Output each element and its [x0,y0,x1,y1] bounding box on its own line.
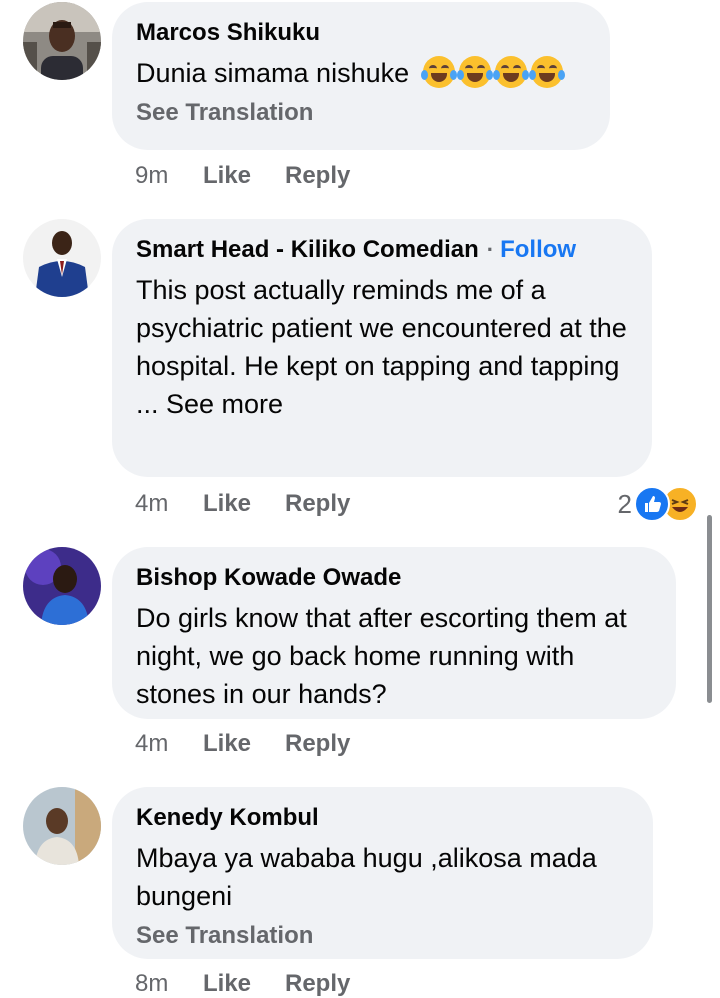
reply-button[interactable]: Reply [285,162,350,190]
comment-bubble: Kenedy Kombul Mbaya ya wababa hugu ,alik… [112,787,653,959]
comment-author[interactable]: Marcos Shikuku [136,18,586,48]
avatar[interactable] [23,787,101,865]
comment-text: This post actually reminds me of a psych… [136,275,627,381]
like-reaction-icon [634,486,670,522]
like-button[interactable]: Like [203,162,285,190]
comment-timestamp[interactable]: 8m [135,970,203,998]
comment-text: Do girls know that after escorting them … [136,603,627,709]
avatar-photo [23,219,101,297]
reaction-summary[interactable]: 2 [618,486,698,522]
separator-dot: · [486,237,495,262]
comment-bubble: Smart Head - Kiliko Comedian · Follow This… [112,219,652,477]
scrollbar[interactable] [707,515,712,703]
see-translation-link[interactable]: See Translation [136,919,629,953]
see-translation-link[interactable]: See Translation [136,96,586,130]
like-button[interactable]: Like [203,970,285,998]
follow-button[interactable]: Follow [500,236,576,263]
comment-actions: 4m Like Reply [135,490,350,518]
comment-timestamp[interactable]: 9m [135,162,203,190]
like-button[interactable]: Like [203,490,285,518]
comment-actions: 9m Like Reply [135,162,350,190]
comment-text-body: Dunia simama nishuke [136,58,410,88]
avatar-photo [23,787,101,865]
comment-author-row: Smart Head - Kiliko Comedian · Follow [136,235,628,265]
comment-text: Mbaya ya wababa hugu ,alikosa mada bunge… [136,843,597,911]
reply-button[interactable]: Reply [285,490,350,518]
comment-bubble: Marcos Shikuku Dunia simama nishuke See … [112,2,610,150]
reaction-count: 2 [617,488,632,519]
avatar[interactable] [23,547,101,625]
like-button[interactable]: Like [203,730,285,758]
comment-author[interactable]: Kenedy Kombul [136,803,629,833]
comment-timestamp[interactable]: 4m [135,730,203,758]
comment-actions: 4m Like Reply [135,730,350,758]
avatar[interactable] [23,2,101,80]
comment-author[interactable]: Smart Head - Kiliko Comedian [136,236,479,263]
comment-author[interactable]: Bishop Kowade Owade [136,563,652,593]
see-more-link[interactable]: ... See more [136,385,628,423]
avatar-photo [23,547,101,625]
laughing-emoji-icon [420,56,567,88]
reply-button[interactable]: Reply [285,730,350,758]
comment-text: Dunia simama nishuke [136,54,586,92]
comment-actions: 8m Like Reply [135,970,350,998]
avatar[interactable] [23,219,101,297]
comment-bubble: Bishop Kowade Owade Do girls know that a… [112,547,676,719]
avatar-photo [23,2,101,80]
comment-timestamp[interactable]: 4m [135,490,203,518]
reply-button[interactable]: Reply [285,970,350,998]
